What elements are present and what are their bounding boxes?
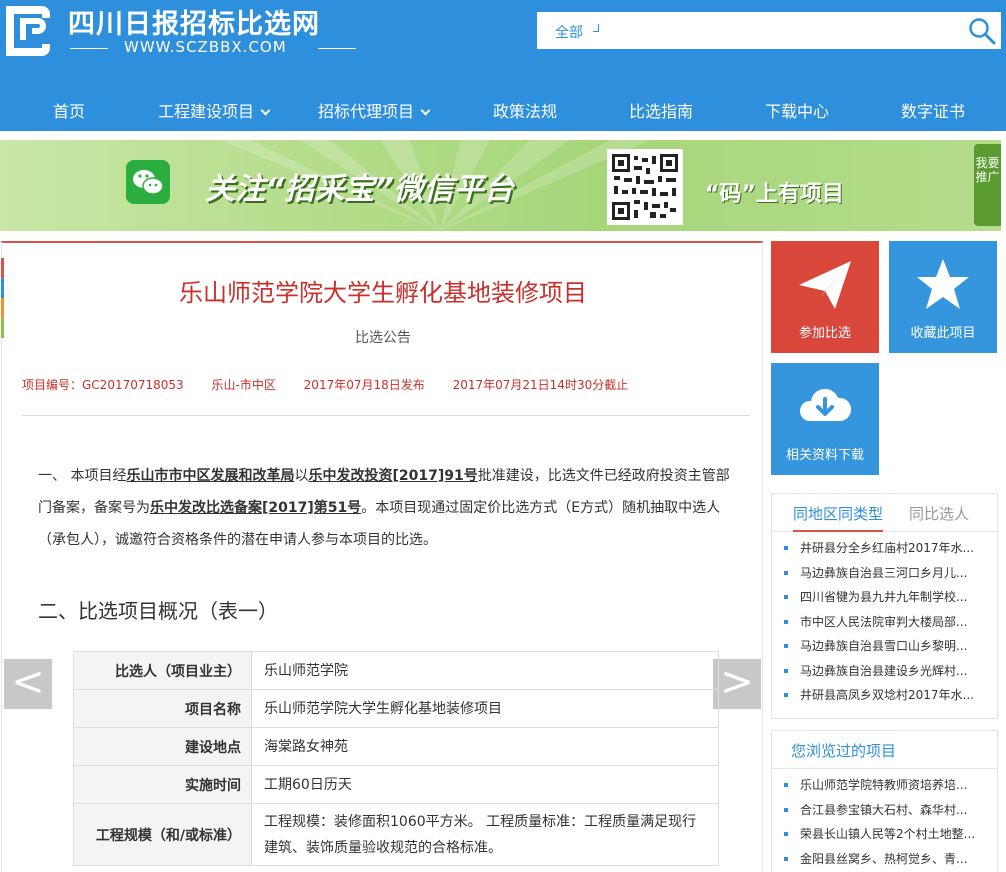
nav-item-label: 招标代理项目 [318, 102, 415, 121]
project-code: 项目编号：GC20170718053 [22, 378, 184, 392]
site-title[interactable]: 四川日报招标比选网 [68, 2, 320, 41]
download-materials-button[interactable]: 相关资料下载 [771, 363, 879, 475]
related-list: 井研县分全乡红庙村2017年水... 马边彝族自治县三河口乡月儿... 四川省犍… [772, 532, 997, 708]
project-overview-table: 比选人（项目业主） 乐山师范学院 项目名称 乐山师范学院大学生孵化基地装修项目 … [73, 651, 719, 866]
nav-item-certificate[interactable]: 数字证书 [901, 98, 965, 122]
table-value: 工程规模：装修面积1060平方米。 工程质量标准：工程质量满足现行建筑、装饰质量… [251, 803, 719, 866]
panel-tabs: 同地区同类型 同比选人 [772, 494, 997, 532]
approval-number: 乐中发改投资[2017]91号 [308, 468, 478, 484]
article-title: 乐山师范学院大学生孵化基地装修项目 [179, 279, 587, 307]
viewed-projects-panel: 您浏览过的项目 乐山师范学院特教师资培养培... 合江县参宝镇大石村、森华村..… [771, 730, 998, 872]
list-item[interactable]: 荣县长山镇人民等2个村土地整... [772, 822, 997, 847]
nav-item-label: 下载中心 [765, 102, 830, 121]
nav-item-home[interactable]: 首页 [53, 98, 85, 122]
next-arrow-button[interactable]: > [713, 659, 761, 709]
site-header: 四川日报招标比选网 WWW.SCZBBX.COM 全部 首页 工程建设项目 招标… [0, 0, 1006, 131]
table-row: 实施时间 工期60日历天 [73, 765, 719, 804]
para-text: 一、 本项目经 [38, 468, 127, 484]
main-nav: 首页 工程建设项目 招标代理项目 政策法规 比选指南 下载中心 数字证书 [0, 88, 1006, 131]
tab-same-bidder[interactable]: 同比选人 [909, 503, 969, 524]
search-category-select[interactable]: 全部 [555, 22, 583, 42]
wechat-banner[interactable]: 关注“招采宝”微信平台 “码”上有项目 我要推广 [0, 140, 1001, 231]
list-item[interactable]: 井研县分全乡红庙村2017年水... [772, 536, 997, 561]
paper-plane-icon [799, 261, 851, 309]
tab-same-region[interactable]: 同地区同类型 [793, 503, 884, 532]
approval-authority: 乐山市市中区发展和改革局 [126, 468, 295, 484]
intro-paragraph: 一、 本项目经乐山市市中区发展和改革局以乐中发改投资[2017]91号批准建设，… [38, 460, 738, 556]
article-meta: 项目编号：GC20170718053 乐山-市中区 2017年07月18日发布 … [22, 376, 652, 393]
nav-item-engineering[interactable]: 工程建设项目 [158, 98, 271, 122]
panel-title: 您浏览过的项目 [791, 742, 897, 760]
section-heading: 二、比选项目概况（表一） [38, 599, 278, 623]
list-item[interactable]: 马边彝族自治县雪口山乡黎明... [772, 634, 997, 659]
table-row: 建设地点 海棠路女神苑 [73, 727, 719, 766]
divider [318, 48, 356, 49]
nav-item-label: 数字证书 [901, 102, 966, 121]
table-row: 工程规模（和/或标准） 工程规模：装修面积1060平方米。 工程质量标准：工程质… [73, 803, 719, 866]
site-url-wrap: WWW.SCZBBX.COM [70, 38, 360, 58]
list-item[interactable]: 市中区人民法院审判大楼局部... [772, 610, 997, 635]
prev-arrow-button[interactable]: < [4, 659, 52, 709]
banner-code-text: “码”上有项目 [705, 182, 844, 207]
chevron-down-icon [420, 105, 431, 116]
nav-item-download[interactable]: 下载中心 [765, 98, 829, 122]
table-row: 比选人（项目业主） 乐山师范学院 [73, 651, 719, 690]
search-icon[interactable] [967, 16, 997, 46]
wechat-icon [126, 160, 170, 204]
search-bar: 全部 [537, 12, 1001, 49]
table-value: 工期60日历天 [251, 765, 719, 804]
nav-item-label: 比选指南 [629, 102, 694, 121]
article-panel: 乐山师范学院大学生孵化基地装修项目 比选公告 项目编号：GC2017071805… [1, 241, 763, 872]
filing-number: 乐中发改比选备案[2017]第51号 [150, 500, 362, 516]
table-key: 工程规模（和/或标准） [73, 803, 252, 866]
favorite-project-button[interactable]: 收藏此项目 [889, 241, 997, 353]
search-input[interactable] [617, 16, 957, 44]
list-item[interactable]: 合江县参宝镇大石村、森华村... [772, 798, 997, 823]
tile-label: 参加比选 [798, 326, 851, 341]
chevron-down-icon[interactable] [593, 24, 599, 32]
nav-item-label: 工程建设项目 [158, 102, 255, 121]
site-logo-icon[interactable] [0, 2, 54, 58]
list-item[interactable]: 四川省犍为县九井九年制学校... [772, 585, 997, 610]
nav-item-agency[interactable]: 招标代理项目 [318, 98, 431, 122]
divider [22, 415, 750, 416]
chevron-down-icon [260, 105, 271, 116]
table-key: 实施时间 [73, 765, 252, 804]
publish-date: 2017年07月18日发布 [303, 378, 425, 392]
project-region: 乐山-市中区 [211, 378, 276, 392]
qr-code-icon [607, 149, 683, 225]
nav-item-label: 政策法规 [493, 102, 558, 121]
viewed-list: 乐山师范学院特教师资培养培... 合江县参宝镇大石村、森华村... 荣县长山镇人… [772, 769, 997, 871]
nav-item-guide[interactable]: 比选指南 [629, 98, 693, 122]
tile-label: 相关资料下载 [785, 448, 864, 463]
table-value: 海棠路女神苑 [251, 727, 719, 766]
cloud-download-icon [799, 388, 852, 421]
recommend-button[interactable]: 我要推广 [974, 144, 1001, 226]
table-value: 乐山师范学院 [251, 651, 719, 690]
table-value: 乐山师范学院大学生孵化基地装修项目 [251, 689, 719, 728]
site-url: WWW.SCZBBX.COM [124, 38, 287, 56]
banner-slogan: 关注“招采宝”微信平台 [205, 172, 514, 207]
table-key: 比选人（项目业主） [73, 651, 252, 690]
table-key: 建设地点 [73, 727, 252, 766]
list-item[interactable]: 马边彝族自治县三河口乡月儿... [772, 561, 997, 586]
deadline-date: 2017年07月21日14时30分截止 [452, 378, 629, 392]
divider [70, 48, 108, 49]
nav-item-policy[interactable]: 政策法规 [493, 98, 557, 122]
star-icon [917, 259, 969, 309]
join-bidding-button[interactable]: 参加比选 [771, 241, 879, 353]
list-item[interactable]: 乐山师范学院特教师资培养培... [772, 773, 997, 798]
tile-label: 收藏此项目 [910, 326, 976, 341]
related-projects-panel: 同地区同类型 同比选人 井研县分全乡红庙村2017年水... 马边彝族自治县三河… [771, 493, 998, 719]
article-subtitle: 比选公告 [355, 330, 411, 346]
list-item[interactable]: 井研县高凤乡双埝村2017年水... [772, 683, 997, 708]
nav-item-label: 首页 [53, 102, 86, 121]
list-item[interactable]: 马边彝族自治县建设乡光辉村... [772, 659, 997, 684]
panel-header: 您浏览过的项目 [772, 731, 997, 769]
list-item[interactable]: 金阳县丝窝乡、热柯觉乡、青... [772, 847, 997, 872]
para-text: 以 [294, 468, 309, 484]
table-row: 项目名称 乐山师范学院大学生孵化基地装修项目 [73, 689, 719, 728]
table-key: 项目名称 [73, 689, 252, 728]
